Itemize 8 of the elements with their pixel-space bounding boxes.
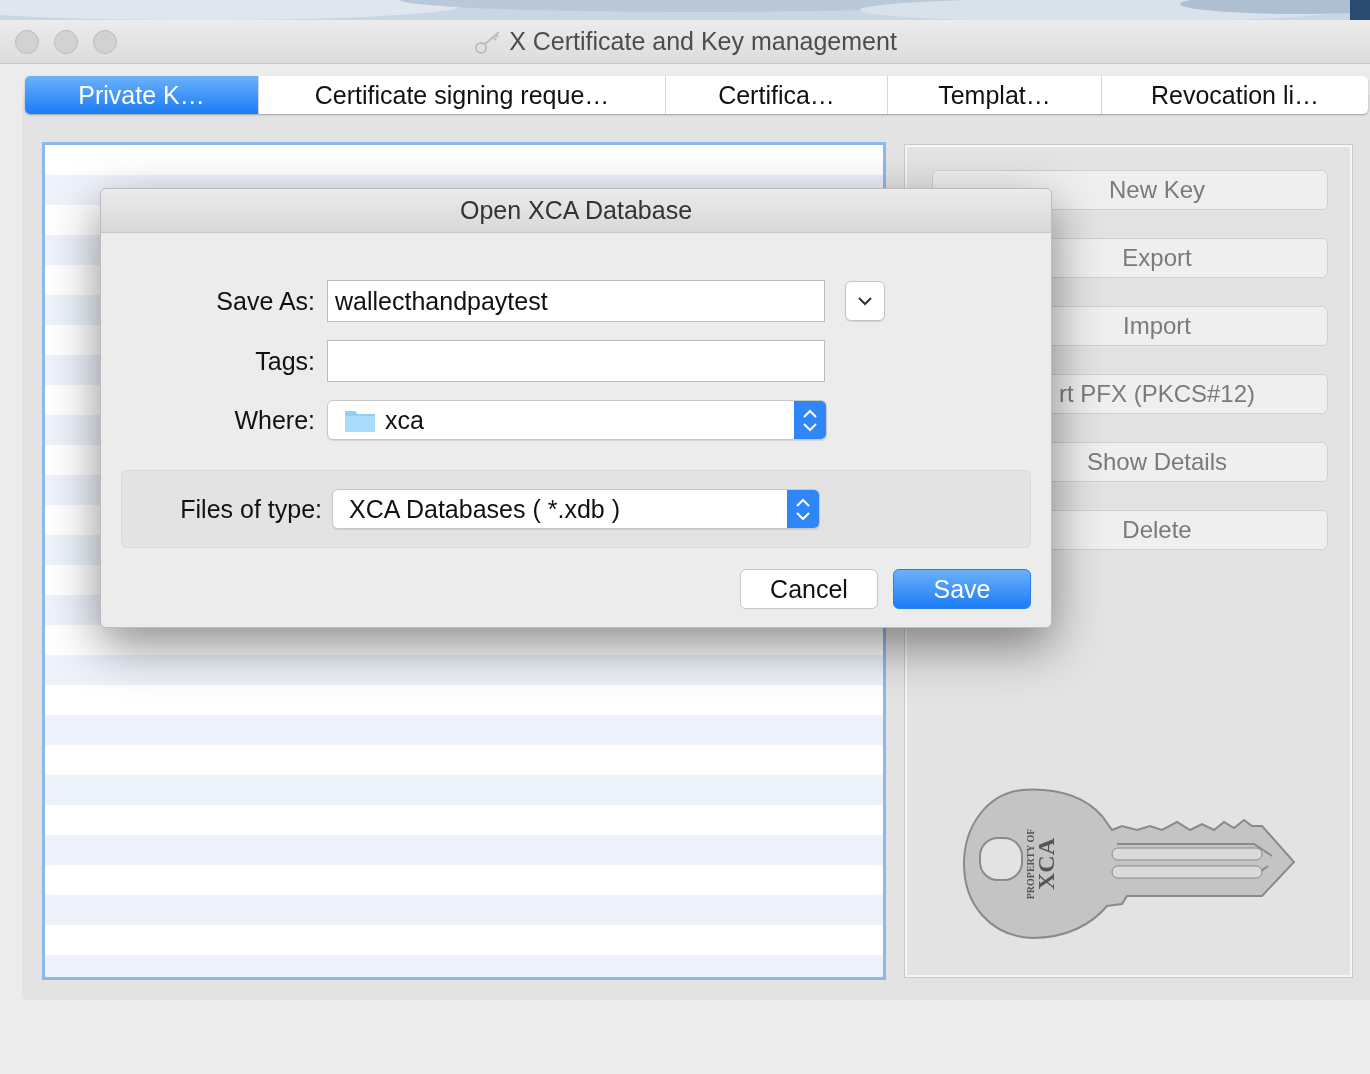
field-label: Tags: [254, 346, 315, 376]
engraved-text: PROPERTY OF [1025, 828, 1036, 900]
engraved-text: XCA [1033, 838, 1059, 890]
dialog-title: Open XCA Database [459, 196, 693, 225]
field-label: Where: [233, 405, 315, 435]
field-label: Files of type: [179, 494, 322, 524]
field-label: Save As: [215, 286, 315, 316]
window-title: X Certificate and Key management [509, 27, 897, 56]
